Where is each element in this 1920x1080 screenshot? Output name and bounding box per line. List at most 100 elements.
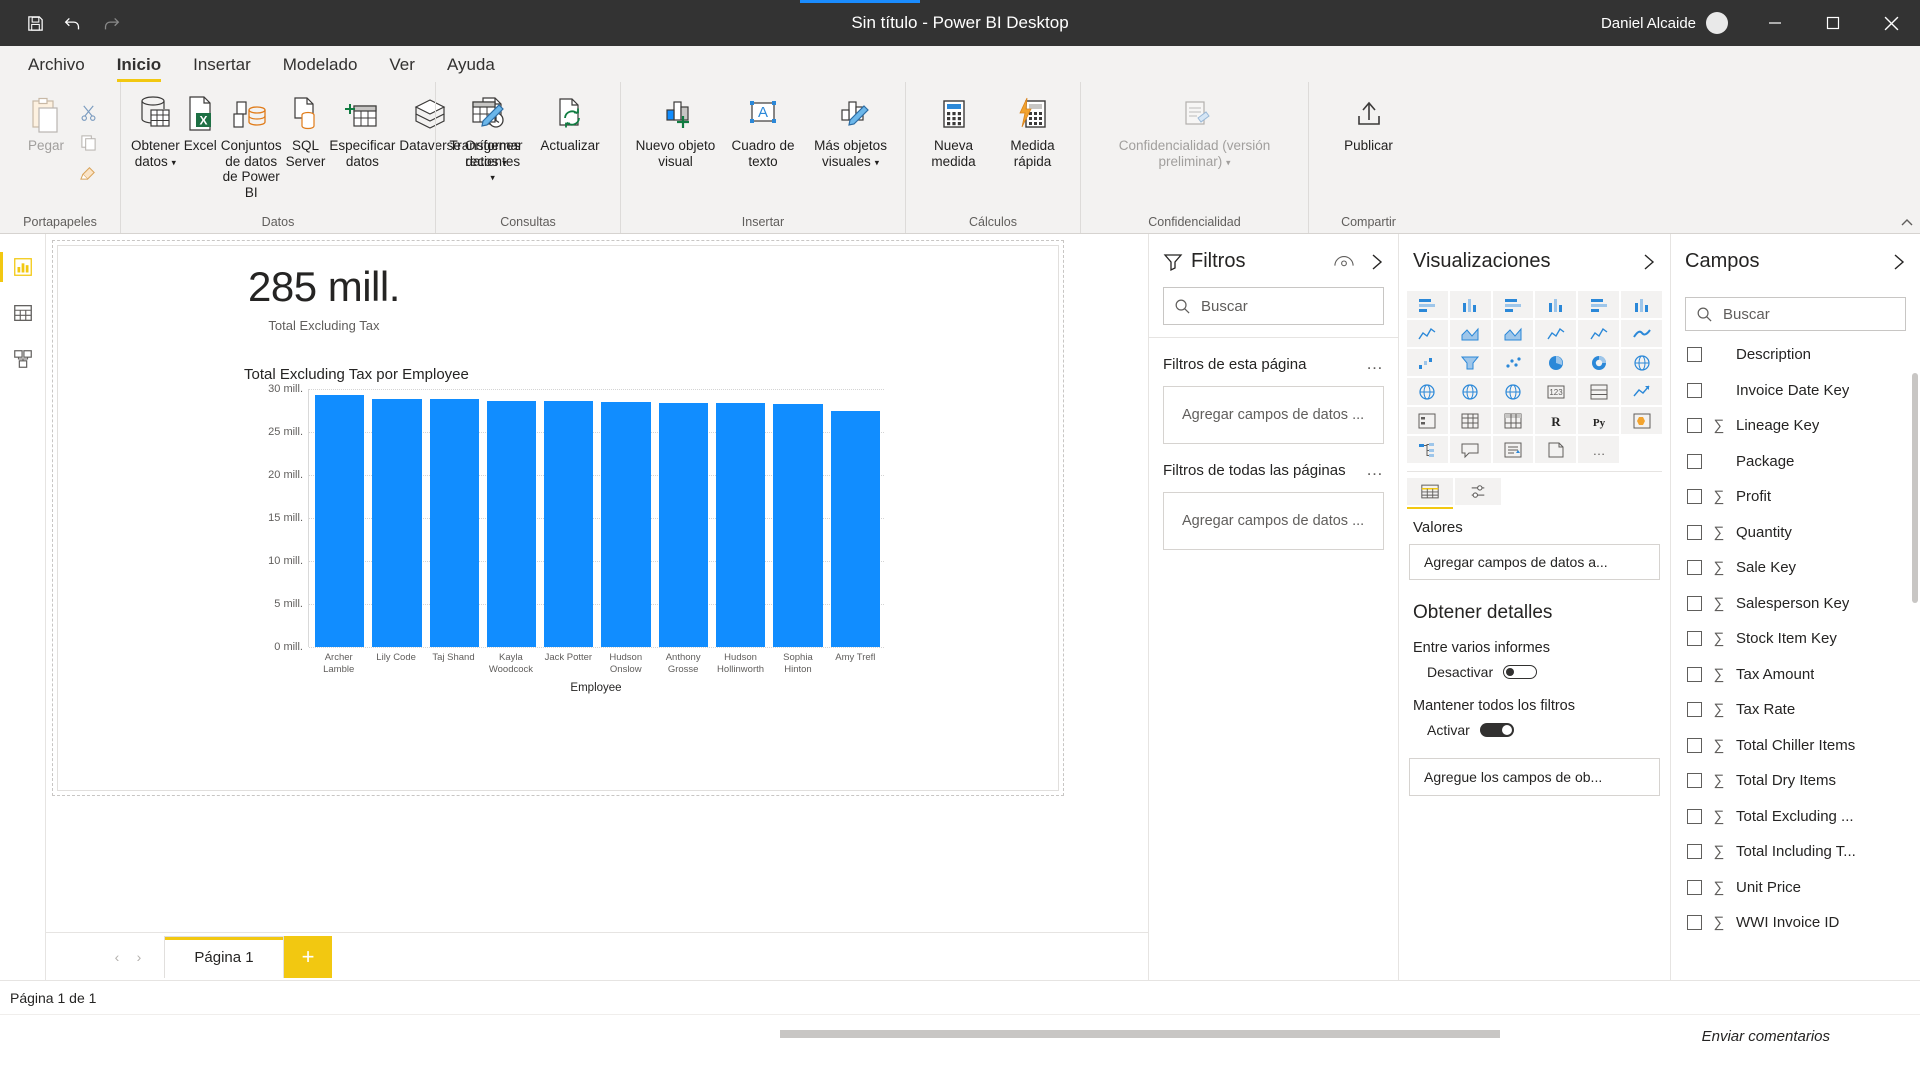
add-page-button[interactable]: +	[284, 935, 332, 978]
minimize-button[interactable]	[1746, 0, 1804, 46]
bar[interactable]	[830, 410, 880, 647]
field-checkbox[interactable]	[1687, 453, 1702, 469]
field-checkbox[interactable]	[1687, 595, 1702, 611]
copy-icon[interactable]	[74, 128, 102, 156]
field-row[interactable]: ∑ Total Chiller Items	[1671, 728, 1920, 764]
field-checkbox[interactable]	[1687, 631, 1702, 647]
viz-type-stacked-area-chart-icon[interactable]	[1492, 320, 1534, 347]
viz-type-line-chart-icon[interactable]	[1407, 320, 1448, 347]
format-pane-icon[interactable]	[1455, 478, 1501, 505]
bar[interactable]	[601, 401, 651, 647]
filter-all-dropzone[interactable]: Agregar campos de datos ...	[1163, 492, 1384, 550]
collapse-ribbon-button[interactable]	[1900, 217, 1914, 231]
field-row[interactable]: ∑ Profit	[1671, 479, 1920, 515]
bar[interactable]	[773, 403, 823, 647]
viz-type-matrix-icon[interactable]	[1492, 407, 1534, 434]
sidebar-item-report-view[interactable]	[0, 244, 46, 290]
chevron-down-icon[interactable]: ▾	[502, 157, 507, 167]
viz-type-pie-chart-icon[interactable]	[1535, 349, 1577, 376]
field-row[interactable]: ∑ Tax Rate	[1671, 692, 1920, 728]
viz-type-funnel-chart-icon[interactable]	[1449, 349, 1491, 376]
visual-container[interactable]: 285 mill. Total Excluding Tax Total Excl…	[57, 245, 1059, 791]
field-row[interactable]: ∑ Tax Amount	[1671, 657, 1920, 693]
chevron-right-icon[interactable]	[1642, 253, 1656, 271]
nueva-medida-button[interactable]: Nueva medida	[914, 88, 993, 169]
bar[interactable]	[544, 401, 594, 647]
field-row[interactable]: ∑ Sale Key	[1671, 550, 1920, 586]
viz-type-table-icon[interactable]	[1449, 407, 1491, 434]
close-button[interactable]	[1862, 0, 1920, 46]
field-checkbox[interactable]	[1687, 773, 1702, 789]
cuadro-de-texto-button[interactable]: A Cuadro de texto	[722, 88, 804, 169]
viz-type-r-script-visual-icon[interactable]: R	[1535, 407, 1577, 434]
viz-type-more-options-icon[interactable]: …	[1578, 436, 1620, 463]
conjuntos-datos-powerbi-button[interactable]: Conjuntos de datos de Power BI	[219, 88, 284, 200]
filter-section-page-menu[interactable]: …	[1366, 354, 1384, 374]
report-canvas[interactable]: 285 mill. Total Excluding Tax Total Excl…	[46, 234, 1148, 932]
format-painter-icon[interactable]	[74, 158, 102, 186]
viz-type-stacked-column-chart-icon[interactable]	[1449, 291, 1491, 318]
viz-type-ribbon-chart-icon[interactable]	[1621, 320, 1662, 347]
filters-search-box[interactable]: Buscar	[1163, 287, 1384, 325]
bar[interactable]	[372, 399, 422, 647]
tab-ayuda[interactable]: Ayuda	[431, 51, 511, 82]
viz-type-area-chart-icon[interactable]	[1449, 320, 1491, 347]
maximize-button[interactable]	[1804, 0, 1862, 46]
bar[interactable]	[315, 395, 365, 647]
field-row[interactable]: ∑ Quantity	[1671, 515, 1920, 551]
field-row[interactable]: ∑ Total Dry Items	[1671, 763, 1920, 799]
sidebar-item-model-view[interactable]	[0, 336, 46, 382]
actualizar-button[interactable]: Actualizar	[528, 88, 612, 154]
viz-type-line-stacked-column-icon[interactable]	[1535, 320, 1577, 347]
tab-modelado[interactable]: Modelado	[267, 51, 374, 82]
tab-inicio[interactable]: Inicio	[101, 51, 177, 82]
chevron-down-icon[interactable]: ▾	[1226, 157, 1231, 167]
account-name[interactable]: Daniel Alcaide	[1601, 15, 1696, 32]
prev-page-button[interactable]: ‹	[106, 949, 128, 965]
viz-type-kpi-icon[interactable]	[1621, 378, 1662, 405]
toggle-on[interactable]	[1479, 723, 1514, 737]
field-row[interactable]: ∑ WWI Invoice ID	[1671, 905, 1920, 941]
field-checkbox[interactable]	[1687, 666, 1702, 682]
eye-icon[interactable]	[1334, 255, 1354, 269]
viz-type-donut-chart-icon[interactable]	[1578, 349, 1620, 376]
values-dropzone[interactable]: Agregar campos de datos a...	[1409, 544, 1660, 580]
report-page[interactable]: 285 mill. Total Excluding Tax Total Excl…	[52, 240, 1064, 796]
viz-type-line-clustered-column-icon[interactable]	[1578, 320, 1620, 347]
field-checkbox[interactable]	[1687, 844, 1702, 860]
fields-scrollbar[interactable]	[1912, 373, 1918, 603]
viz-type-treemap-icon[interactable]	[1621, 349, 1662, 376]
excel-button[interactable]: X Excel	[182, 88, 219, 154]
publicar-button[interactable]: Publicar	[1323, 88, 1415, 154]
viz-type-card-icon[interactable]: 123	[1535, 378, 1577, 405]
viz-type-scatter-chart-icon[interactable]	[1492, 349, 1534, 376]
viz-type-paginated-report-icon[interactable]	[1535, 436, 1577, 463]
bar-chart-visual[interactable]: Total Excluding Tax por Employee Total E…	[244, 366, 884, 706]
chevron-down-icon[interactable]: ▾	[875, 157, 880, 167]
field-checkbox[interactable]	[1687, 560, 1702, 576]
redo-icon[interactable]	[94, 6, 128, 40]
tab-archivo[interactable]: Archivo	[12, 51, 101, 82]
viz-type-waterfall-chart-icon[interactable]	[1407, 349, 1448, 376]
chevron-down-icon[interactable]: ▾	[172, 157, 177, 167]
chevron-right-icon[interactable]	[1370, 253, 1384, 271]
field-checkbox[interactable]	[1687, 879, 1702, 895]
viz-type-key-influencers-icon[interactable]	[1621, 407, 1662, 434]
viz-type-arcgis-map-icon[interactable]	[1492, 378, 1534, 405]
field-row[interactable]: Package	[1671, 444, 1920, 480]
viz-type-python-visual-icon[interactable]: Py	[1578, 407, 1620, 434]
paste-button[interactable]: Pegar	[18, 94, 74, 186]
viz-type-clustered-column-chart-icon[interactable]	[1535, 291, 1577, 318]
kpi-card[interactable]: 285 mill. Total Excluding Tax	[248, 266, 400, 334]
field-row[interactable]: ∑ Unit Price	[1671, 870, 1920, 906]
viz-type-slicer-icon[interactable]	[1407, 407, 1448, 434]
sql-server-button[interactable]: SQL Server	[284, 88, 328, 169]
nuevo-objeto-visual-button[interactable]: Nuevo objeto visual	[629, 88, 722, 169]
bar[interactable]	[716, 402, 766, 647]
obtener-datos-button[interactable]: Obtener datos ▾	[129, 88, 182, 169]
viz-type-decomposition-tree-icon[interactable]	[1407, 436, 1448, 463]
field-checkbox[interactable]	[1687, 737, 1702, 753]
sidebar-item-data-view[interactable]	[0, 290, 46, 336]
viz-type-stacked-bar-chart-icon[interactable]	[1407, 291, 1448, 318]
mas-objetos-visuales-button[interactable]: Más objetos visuales ▾	[804, 88, 897, 169]
